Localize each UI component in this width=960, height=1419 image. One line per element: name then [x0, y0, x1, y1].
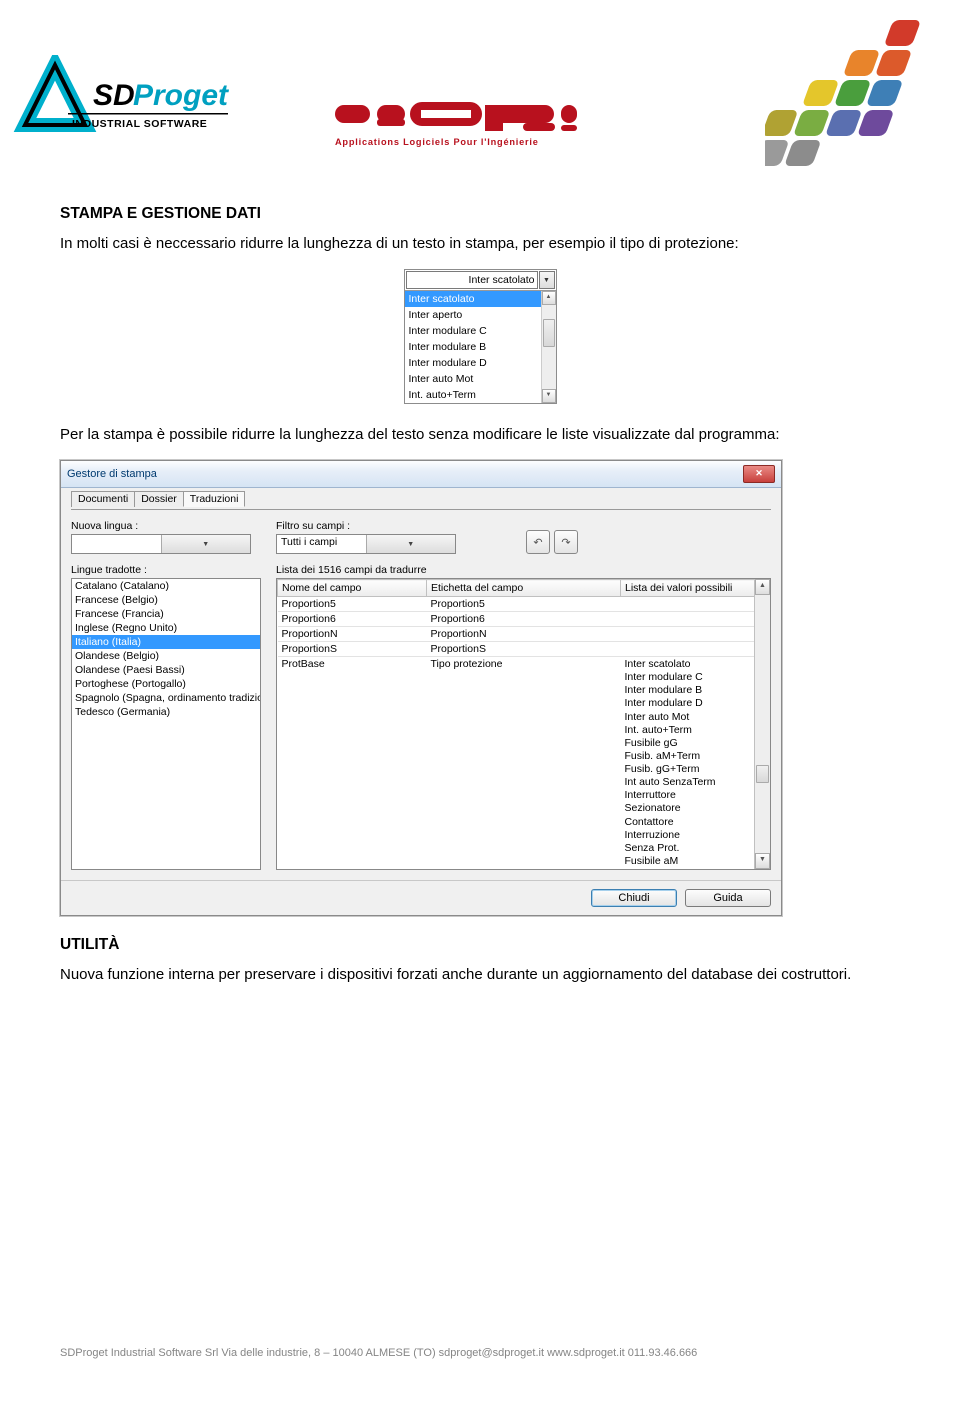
tab-dossier[interactable]: Dossier — [134, 491, 184, 507]
scroll-thumb[interactable] — [756, 765, 769, 783]
undo-button[interactable]: ↶ — [526, 530, 550, 554]
dropdown-item[interactable]: Inter modulare B — [405, 339, 556, 355]
svg-text:SD: SD — [93, 79, 135, 112]
intro-paragraph-1: In molti casi è neccessario ridurre la l… — [60, 233, 900, 254]
scroll-thumb[interactable] — [543, 319, 555, 347]
label-filtro-campi: Filtro su campi : — [276, 520, 456, 532]
label-nuova-lingua: Nuova lingua : — [71, 520, 261, 532]
svg-text:INDUSTRIAL SOFTWARE: INDUSTRIAL SOFTWARE — [72, 118, 207, 130]
language-item[interactable]: Italiano (Italia) — [72, 635, 260, 649]
cell-name: ProtBase — [278, 657, 427, 870]
intro-paragraph-2: Per la stampa è possibile ridurre la lun… — [60, 424, 900, 445]
filtro-value: Tutti i campi — [277, 535, 366, 553]
language-item[interactable]: Olandese (Paesi Bassi) — [72, 663, 260, 677]
cubes-logo — [765, 15, 940, 180]
table-row[interactable]: ProportionSProportionS — [278, 642, 770, 657]
cell-label: ProportionS — [427, 642, 621, 657]
dropdown-list: Inter scatolatoInter apertoInter modular… — [405, 291, 556, 403]
cell-label: Tipo protezione — [427, 657, 621, 870]
dropdown-item[interactable]: Inter modulare D — [405, 355, 556, 371]
dropdown-selected-text[interactable]: Inter scatolato — [406, 271, 538, 289]
language-item[interactable]: Olandese (Belgio) — [72, 649, 260, 663]
language-item[interactable]: Catalano (Catalano) — [72, 579, 260, 593]
table-row[interactable]: Proportion6Proportion6 — [278, 612, 770, 627]
dropdown-arrow-icon[interactable]: ▼ — [539, 271, 555, 289]
dropdown-item[interactable]: Int. auto+Term — [405, 387, 556, 403]
cell-name: ProportionN — [278, 627, 427, 642]
chevron-down-icon[interactable]: ▼ — [366, 535, 456, 553]
dropdown-scrollbar[interactable]: ▲ ▼ — [541, 291, 556, 403]
dropdown-item[interactable]: Inter aperto — [405, 307, 556, 323]
label-lista-count: Lista dei 1516 campi da tradurre — [276, 564, 771, 576]
language-item[interactable]: Spagnolo (Spagna, ordinamento tradizio — [72, 691, 260, 705]
language-item[interactable]: Inglese (Regno Unito) — [72, 621, 260, 635]
tab-documenti[interactable]: Documenti — [71, 491, 135, 507]
utilita-paragraph: Nuova funzione interna per preservare i … — [60, 964, 900, 985]
cell-label: Proportion5 — [427, 597, 621, 612]
protection-type-dropdown: Inter scatolato ▼ Inter scatolatoInter a… — [404, 269, 557, 404]
cell-label: Proportion6 — [427, 612, 621, 627]
svg-text:Applications Logiciels Pour l': Applications Logiciels Pour l'Ingénierie — [335, 137, 539, 147]
alpi-logo: Applications Logiciels Pour l'Ingénierie — [335, 95, 600, 155]
language-item[interactable]: Portoghese (Portogallo) — [72, 677, 260, 691]
tabstrip: DocumentiDossierTraduzioni — [71, 490, 771, 506]
page-footer: SDProget Industrial Software Srl Via del… — [60, 1347, 900, 1359]
language-item[interactable]: Francese (Belgio) — [72, 593, 260, 607]
language-list[interactable]: Catalano (Catalano)Francese (Belgio)Fran… — [71, 578, 261, 870]
cell-values — [621, 642, 770, 657]
language-item[interactable]: Tedesco (Germania) — [72, 705, 260, 719]
redo-button[interactable]: ↷ — [554, 530, 578, 554]
language-item[interactable]: Francese (Francia) — [72, 607, 260, 621]
cell-values: Inter scatolatoInter modulare CInter mod… — [621, 657, 770, 870]
col-header-name[interactable]: Nome del campo — [278, 580, 427, 597]
window-title: Gestore di stampa — [67, 468, 157, 480]
logo-bar: SD Proget INDUSTRIAL SOFTWARE Applicatio… — [0, 10, 960, 185]
cell-values — [621, 597, 770, 612]
close-button[interactable]: Chiudi — [591, 889, 677, 907]
col-header-label[interactable]: Etichetta del campo — [427, 580, 621, 597]
help-button[interactable]: Guida — [685, 889, 771, 907]
cell-name: Proportion5 — [278, 597, 427, 612]
cell-label: ProportionN — [427, 627, 621, 642]
grid-scrollbar[interactable]: ▲ ▼ — [754, 579, 770, 869]
dropdown-item[interactable]: Inter scatolato — [405, 291, 556, 307]
filtro-campi-combo[interactable]: Tutti i campi ▼ — [276, 534, 456, 554]
window-close-button[interactable]: ✕ — [743, 465, 775, 483]
scroll-down-icon[interactable]: ▼ — [542, 389, 556, 403]
tab-traduzioni[interactable]: Traduzioni — [183, 491, 246, 507]
print-manager-window: Gestore di stampa ✕ DocumentiDossierTrad… — [60, 460, 782, 916]
cell-name: ProportionS — [278, 642, 427, 657]
section-stampa-title: STAMPA E GESTIONE DATI — [60, 205, 900, 223]
scroll-down-icon[interactable]: ▼ — [755, 853, 770, 869]
window-titlebar: Gestore di stampa ✕ — [61, 461, 781, 488]
table-row[interactable]: ProportionNProportionN — [278, 627, 770, 642]
section-utilita-title: UTILITÀ — [60, 936, 900, 954]
cell-name: Proportion6 — [278, 612, 427, 627]
chevron-down-icon[interactable]: ▼ — [161, 535, 251, 553]
cell-values — [621, 612, 770, 627]
table-row[interactable]: ProtBaseTipo protezioneInter scatolatoIn… — [278, 657, 770, 870]
scroll-up-icon[interactable]: ▲ — [755, 579, 770, 595]
nuova-lingua-combo[interactable]: ▼ — [71, 534, 251, 554]
scroll-up-icon[interactable]: ▲ — [542, 291, 556, 305]
label-lingue-tradotte: Lingue tradotte : — [71, 564, 261, 576]
sdproget-logo: SD Proget INDUSTRIAL SOFTWARE — [5, 55, 265, 150]
table-row[interactable]: Proportion5Proportion5 — [278, 597, 770, 612]
cell-values — [621, 627, 770, 642]
col-header-values[interactable]: Lista dei valori possibili — [621, 580, 770, 597]
dropdown-item[interactable]: Inter modulare C — [405, 323, 556, 339]
svg-text:Proget: Proget — [133, 79, 230, 112]
dropdown-item[interactable]: Inter auto Mot — [405, 371, 556, 387]
fields-grid[interactable]: Nome del campo Etichetta del campo Lista… — [276, 578, 771, 870]
